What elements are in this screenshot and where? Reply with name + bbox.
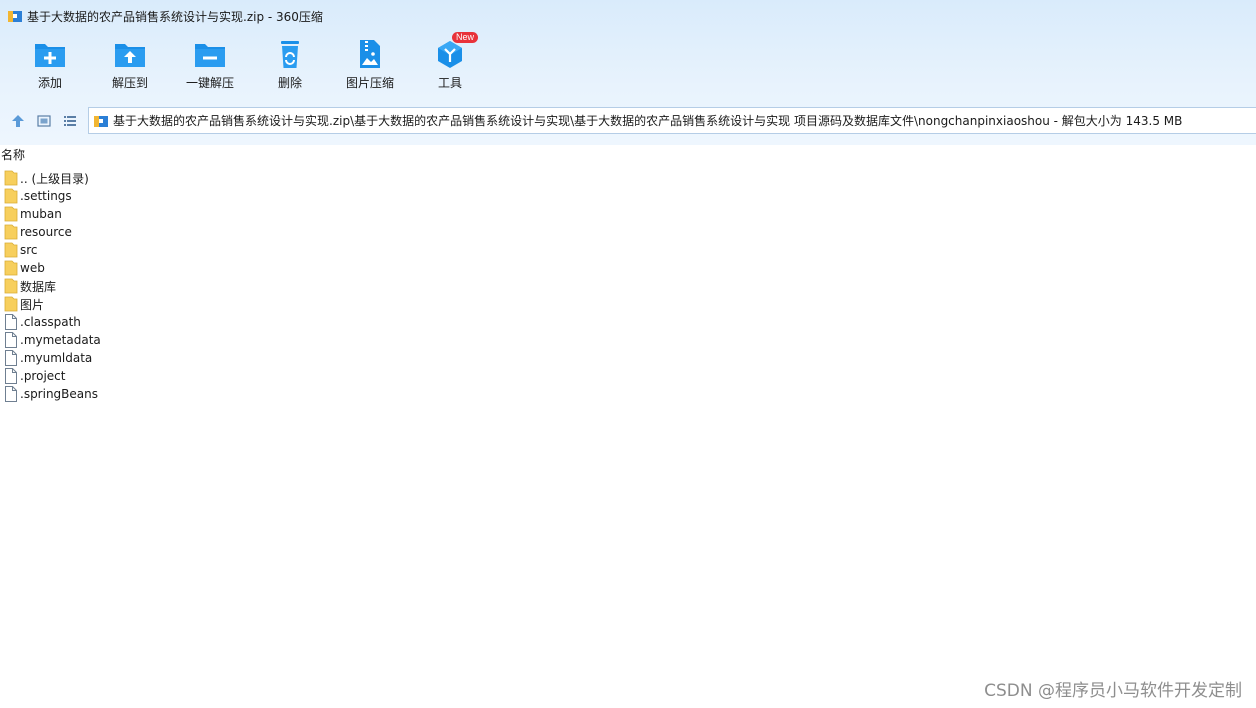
file-icon <box>5 386 17 402</box>
item-name: 数据库 <box>20 279 57 294</box>
file-row[interactable]: .mymetadata <box>4 331 101 349</box>
main-toolbar: 添加 解压到 一键解压 删除 图片压缩 New 工具 <box>10 32 490 100</box>
item-name: .settings <box>20 189 72 203</box>
one-click-extract-label: 一键解压 <box>185 76 234 90</box>
file-list: .. (上级目录) .settings muban resource src web 数据库… <box>4 169 101 403</box>
image-zip-icon <box>360 40 380 68</box>
list-view-icon <box>64 116 76 126</box>
archive-file-icon <box>94 115 108 127</box>
delete-label: 删除 <box>277 76 302 90</box>
folder-icon <box>4 278 18 294</box>
folder-icon <box>4 260 18 276</box>
item-name: .myumldata <box>20 351 93 365</box>
title-bar[interactable]: 基于大数据的农产品销售系统设计与实现.zip - 360压缩 <box>0 0 1256 32</box>
item-name: src <box>20 243 38 257</box>
folder-icon <box>4 224 18 240</box>
recycle-bin-icon <box>281 41 299 68</box>
list-view-button[interactable] <box>57 108 83 134</box>
thumbnail-view-button[interactable] <box>31 108 57 134</box>
folder-icon <box>4 242 18 258</box>
folder-row[interactable]: .settings <box>4 187 101 205</box>
extract-to-button[interactable]: 解压到 <box>90 38 170 98</box>
archive-window: 基于大数据的农产品销售系统设计与实现.zip - 360压缩 添加 解压到 一键… <box>0 0 1256 708</box>
folder-row[interactable]: 图片 <box>4 295 101 313</box>
address-bar[interactable]: 基于大数据的农产品销售系统设计与实现.zip\基于大数据的农产品销售系统设计与实… <box>88 107 1256 134</box>
file-icon <box>5 350 17 366</box>
item-name: resource <box>20 225 72 239</box>
folder-row[interactable]: resource <box>4 223 101 241</box>
file-icon <box>5 368 17 384</box>
column-header-name[interactable]: 名称 <box>0 146 25 164</box>
window-title: 基于大数据的农产品销售系统设计与实现.zip - 360压缩 <box>27 9 323 24</box>
item-name: .classpath <box>20 315 81 329</box>
image-compress-label: 图片压缩 <box>345 76 394 90</box>
folder-row[interactable]: 数据库 <box>4 277 101 295</box>
folder-minus-icon <box>195 44 225 67</box>
add-label: 添加 <box>37 76 62 90</box>
up-button[interactable] <box>5 108 31 134</box>
file-row[interactable]: .classpath <box>4 313 101 331</box>
item-name: .springBeans <box>20 387 98 401</box>
up-arrow-icon <box>12 115 24 127</box>
folder-icon <box>4 170 18 186</box>
extract-to-label: 解压到 <box>111 76 148 90</box>
item-name: .project <box>20 369 66 383</box>
file-icon <box>5 332 17 348</box>
file-row[interactable]: .myumldata <box>4 349 101 367</box>
file-icon <box>5 314 17 330</box>
folder-icon <box>4 188 18 204</box>
tools-label: 工具 <box>437 76 462 90</box>
image-compress-button[interactable]: 图片压缩 <box>330 38 410 98</box>
archive-app-icon <box>8 11 22 22</box>
item-name: .. (上级目录) <box>20 171 89 186</box>
folder-upload-icon <box>115 44 145 67</box>
folder-row[interactable]: src <box>4 241 101 259</box>
folder-row[interactable]: web <box>4 259 101 277</box>
delete-button[interactable]: 删除 <box>250 38 330 98</box>
folder-row[interactable]: .. (上级目录) <box>4 169 101 187</box>
one-click-extract-button[interactable]: 一键解压 <box>170 38 250 98</box>
file-row[interactable]: .springBeans <box>4 385 101 403</box>
folder-icon <box>4 206 18 222</box>
address-path: 基于大数据的农产品销售系统设计与实现.zip\基于大数据的农产品销售系统设计与实… <box>113 114 1183 128</box>
watermark: CSDN @程序员小马软件开发定制 <box>984 681 1242 701</box>
folder-icon <box>4 296 18 312</box>
folder-plus-icon <box>35 44 65 67</box>
item-name: .mymetadata <box>20 333 101 347</box>
folder-row[interactable]: muban <box>4 205 101 223</box>
item-name: muban <box>20 207 62 221</box>
add-button[interactable]: 添加 <box>10 38 90 98</box>
tools-button[interactable]: New 工具 <box>410 32 490 98</box>
nav-bar: 基于大数据的农产品销售系统设计与实现.zip\基于大数据的农产品销售系统设计与实… <box>0 106 1256 136</box>
item-name: 图片 <box>20 297 45 312</box>
thumbnail-view-icon <box>37 115 51 127</box>
item-name: web <box>20 261 45 275</box>
file-row[interactable]: .project <box>4 367 101 385</box>
new-badge: New <box>452 32 479 43</box>
